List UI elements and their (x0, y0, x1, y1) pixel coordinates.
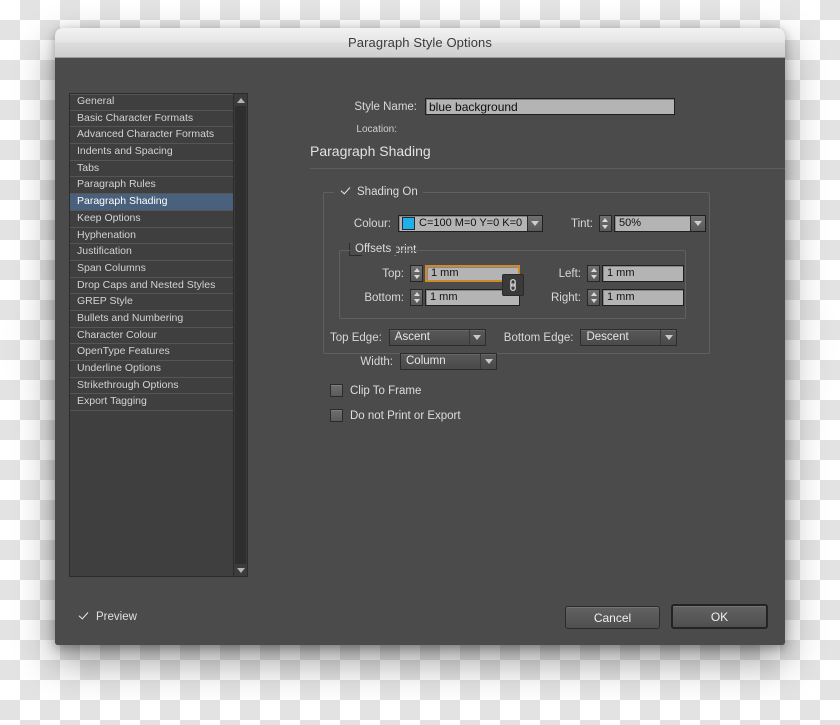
offset-bottom-row: Bottom: 1 mm (350, 289, 520, 306)
do-not-print-label: Do not Print or Export (350, 410, 461, 422)
sidebar-item-indents-and-spacing[interactable]: Indents and Spacing (70, 144, 233, 161)
category-sidebar: GeneralBasic Character FormatsAdvanced C… (69, 93, 248, 577)
offset-left-stepper[interactable] (587, 265, 600, 282)
edges-row: Top Edge: Ascent Bottom Edge: Descent (330, 329, 677, 346)
offsets-label: Offsets (355, 243, 391, 255)
offset-right-input[interactable]: 1 mm (602, 289, 684, 306)
offset-left-row: Left: 1 mm (533, 265, 684, 282)
chevron-down-icon[interactable] (527, 216, 542, 231)
offset-right-stepper[interactable] (587, 289, 600, 306)
chain-link-icon[interactable] (502, 274, 524, 296)
sidebar-item-basic-character-formats[interactable]: Basic Character Formats (70, 111, 233, 128)
top-edge-value: Ascent (390, 330, 469, 345)
location-row: Location: (255, 124, 555, 135)
do-not-print-checkbox[interactable]: Do not Print or Export (330, 409, 461, 422)
clip-to-frame-checkbox[interactable]: Clip To Frame (330, 384, 421, 397)
sidebar-item-span-columns[interactable]: Span Columns (70, 261, 233, 278)
width-select[interactable]: Column (400, 353, 497, 370)
colour-dropdown[interactable]: C=100 M=0 Y=0 K=0 (398, 215, 543, 232)
dialog-body: GeneralBasic Character FormatsAdvanced C… (55, 58, 785, 645)
paragraph-style-options-dialog: Paragraph Style Options GeneralBasic Cha… (55, 28, 785, 645)
dialog-titlebar: Paragraph Style Options (55, 28, 785, 58)
sidebar-scrollbar-track[interactable] (235, 106, 246, 564)
options-pane: Style Name: blue background Location: Pa… (255, 58, 785, 645)
sidebar-item-strikethrough-options[interactable]: Strikethrough Options (70, 378, 233, 395)
chevron-down-icon[interactable] (690, 216, 705, 231)
sidebar-item-grep-style[interactable]: GREP Style (70, 294, 233, 311)
ok-button[interactable]: OK (671, 604, 768, 629)
offsets-group: Offsets Top: 1 mm Bottom: 1 mm (339, 250, 686, 319)
sidebar-item-tabs[interactable]: Tabs (70, 161, 233, 178)
style-name-label: Style Name: (255, 101, 425, 113)
shading-on-label: Shading On (357, 186, 418, 198)
sidebar-item-opentype-features[interactable]: OpenType Features (70, 344, 233, 361)
chevron-down-icon[interactable] (469, 330, 485, 345)
cancel-button[interactable]: Cancel (565, 606, 660, 629)
clip-to-frame-label: Clip To Frame (350, 385, 421, 397)
triangle-down-icon[interactable] (234, 564, 247, 576)
chain-link-glyph (507, 278, 519, 292)
sidebar-item-character-colour[interactable]: Character Colour (70, 328, 233, 345)
checkbox-icon (330, 384, 343, 397)
sidebar-item-underline-options[interactable]: Underline Options (70, 361, 233, 378)
style-name-row: Style Name: blue background (255, 98, 725, 115)
bottom-edge-value: Descent (581, 330, 660, 345)
style-name-input[interactable]: blue background (425, 98, 675, 115)
colour-value: C=100 M=0 Y=0 K=0 (415, 216, 527, 231)
offset-top-label: Top: (350, 268, 410, 280)
bottom-edge-select[interactable]: Descent (580, 329, 677, 346)
top-edge-label: Top Edge: (330, 332, 382, 344)
offset-left-label: Left: (533, 268, 587, 280)
offsets-legend: Offsets (350, 243, 396, 255)
offset-top-row: Top: 1 mm (350, 265, 520, 282)
chevron-down-icon[interactable] (480, 354, 496, 369)
tint-stepper[interactable] (599, 215, 612, 232)
triangle-up-icon[interactable] (234, 94, 247, 106)
sidebar-item-hyphenation[interactable]: Hyphenation (70, 228, 233, 245)
colour-row: Colour: C=100 M=0 Y=0 K=0 Tint: 50% (338, 215, 706, 232)
offset-right-row: Right: 1 mm (533, 289, 684, 306)
offset-bottom-stepper[interactable] (410, 289, 423, 306)
width-value: Column (401, 354, 480, 369)
tint-dropdown[interactable]: 50% (614, 215, 706, 232)
top-edge-select[interactable]: Ascent (389, 329, 486, 346)
sidebar-scrollbar[interactable] (233, 94, 247, 576)
section-divider (310, 168, 785, 169)
location-label: Location: (255, 124, 405, 135)
width-row: Width: Column (330, 353, 497, 370)
dialog-title: Paragraph Style Options (348, 35, 492, 50)
offset-right-label: Right: (533, 292, 587, 304)
section-title: Paragraph Shading (310, 143, 431, 159)
sidebar-item-justification[interactable]: Justification (70, 244, 233, 261)
sidebar-item-export-tagging[interactable]: Export Tagging (70, 394, 233, 411)
checkmark-icon (77, 610, 90, 623)
offset-bottom-label: Bottom: (350, 292, 410, 304)
sidebar-item-general[interactable]: General (70, 94, 233, 111)
shading-on-checkbox[interactable]: Shading On (334, 185, 423, 198)
colour-label: Colour: (338, 218, 398, 230)
category-list[interactable]: GeneralBasic Character FormatsAdvanced C… (70, 94, 233, 576)
preview-label: Preview (96, 611, 137, 623)
offset-top-stepper[interactable] (410, 265, 423, 282)
tint-label: Tint: (571, 218, 593, 230)
sidebar-item-drop-caps-and-nested-styles[interactable]: Drop Caps and Nested Styles (70, 278, 233, 295)
sidebar-item-bullets-and-numbering[interactable]: Bullets and Numbering (70, 311, 233, 328)
chevron-down-icon[interactable] (660, 330, 676, 345)
tint-value: 50% (615, 216, 690, 231)
offset-left-input[interactable]: 1 mm (602, 265, 684, 282)
bottom-edge-label: Bottom Edge: (504, 332, 574, 344)
sidebar-item-paragraph-rules[interactable]: Paragraph Rules (70, 177, 233, 194)
checkmark-icon (339, 185, 352, 198)
preview-checkbox[interactable]: Preview (77, 610, 137, 623)
width-label: Width: (330, 356, 400, 368)
sidebar-item-advanced-character-formats[interactable]: Advanced Character Formats (70, 127, 233, 144)
shading-group: Shading On Colour: C=100 M=0 Y=0 K=0 Tin… (323, 192, 710, 354)
sidebar-item-paragraph-shading[interactable]: Paragraph Shading (70, 194, 233, 211)
sidebar-item-keep-options[interactable]: Keep Options (70, 211, 233, 228)
checkbox-icon (330, 409, 343, 422)
colour-swatch-icon (402, 217, 415, 230)
